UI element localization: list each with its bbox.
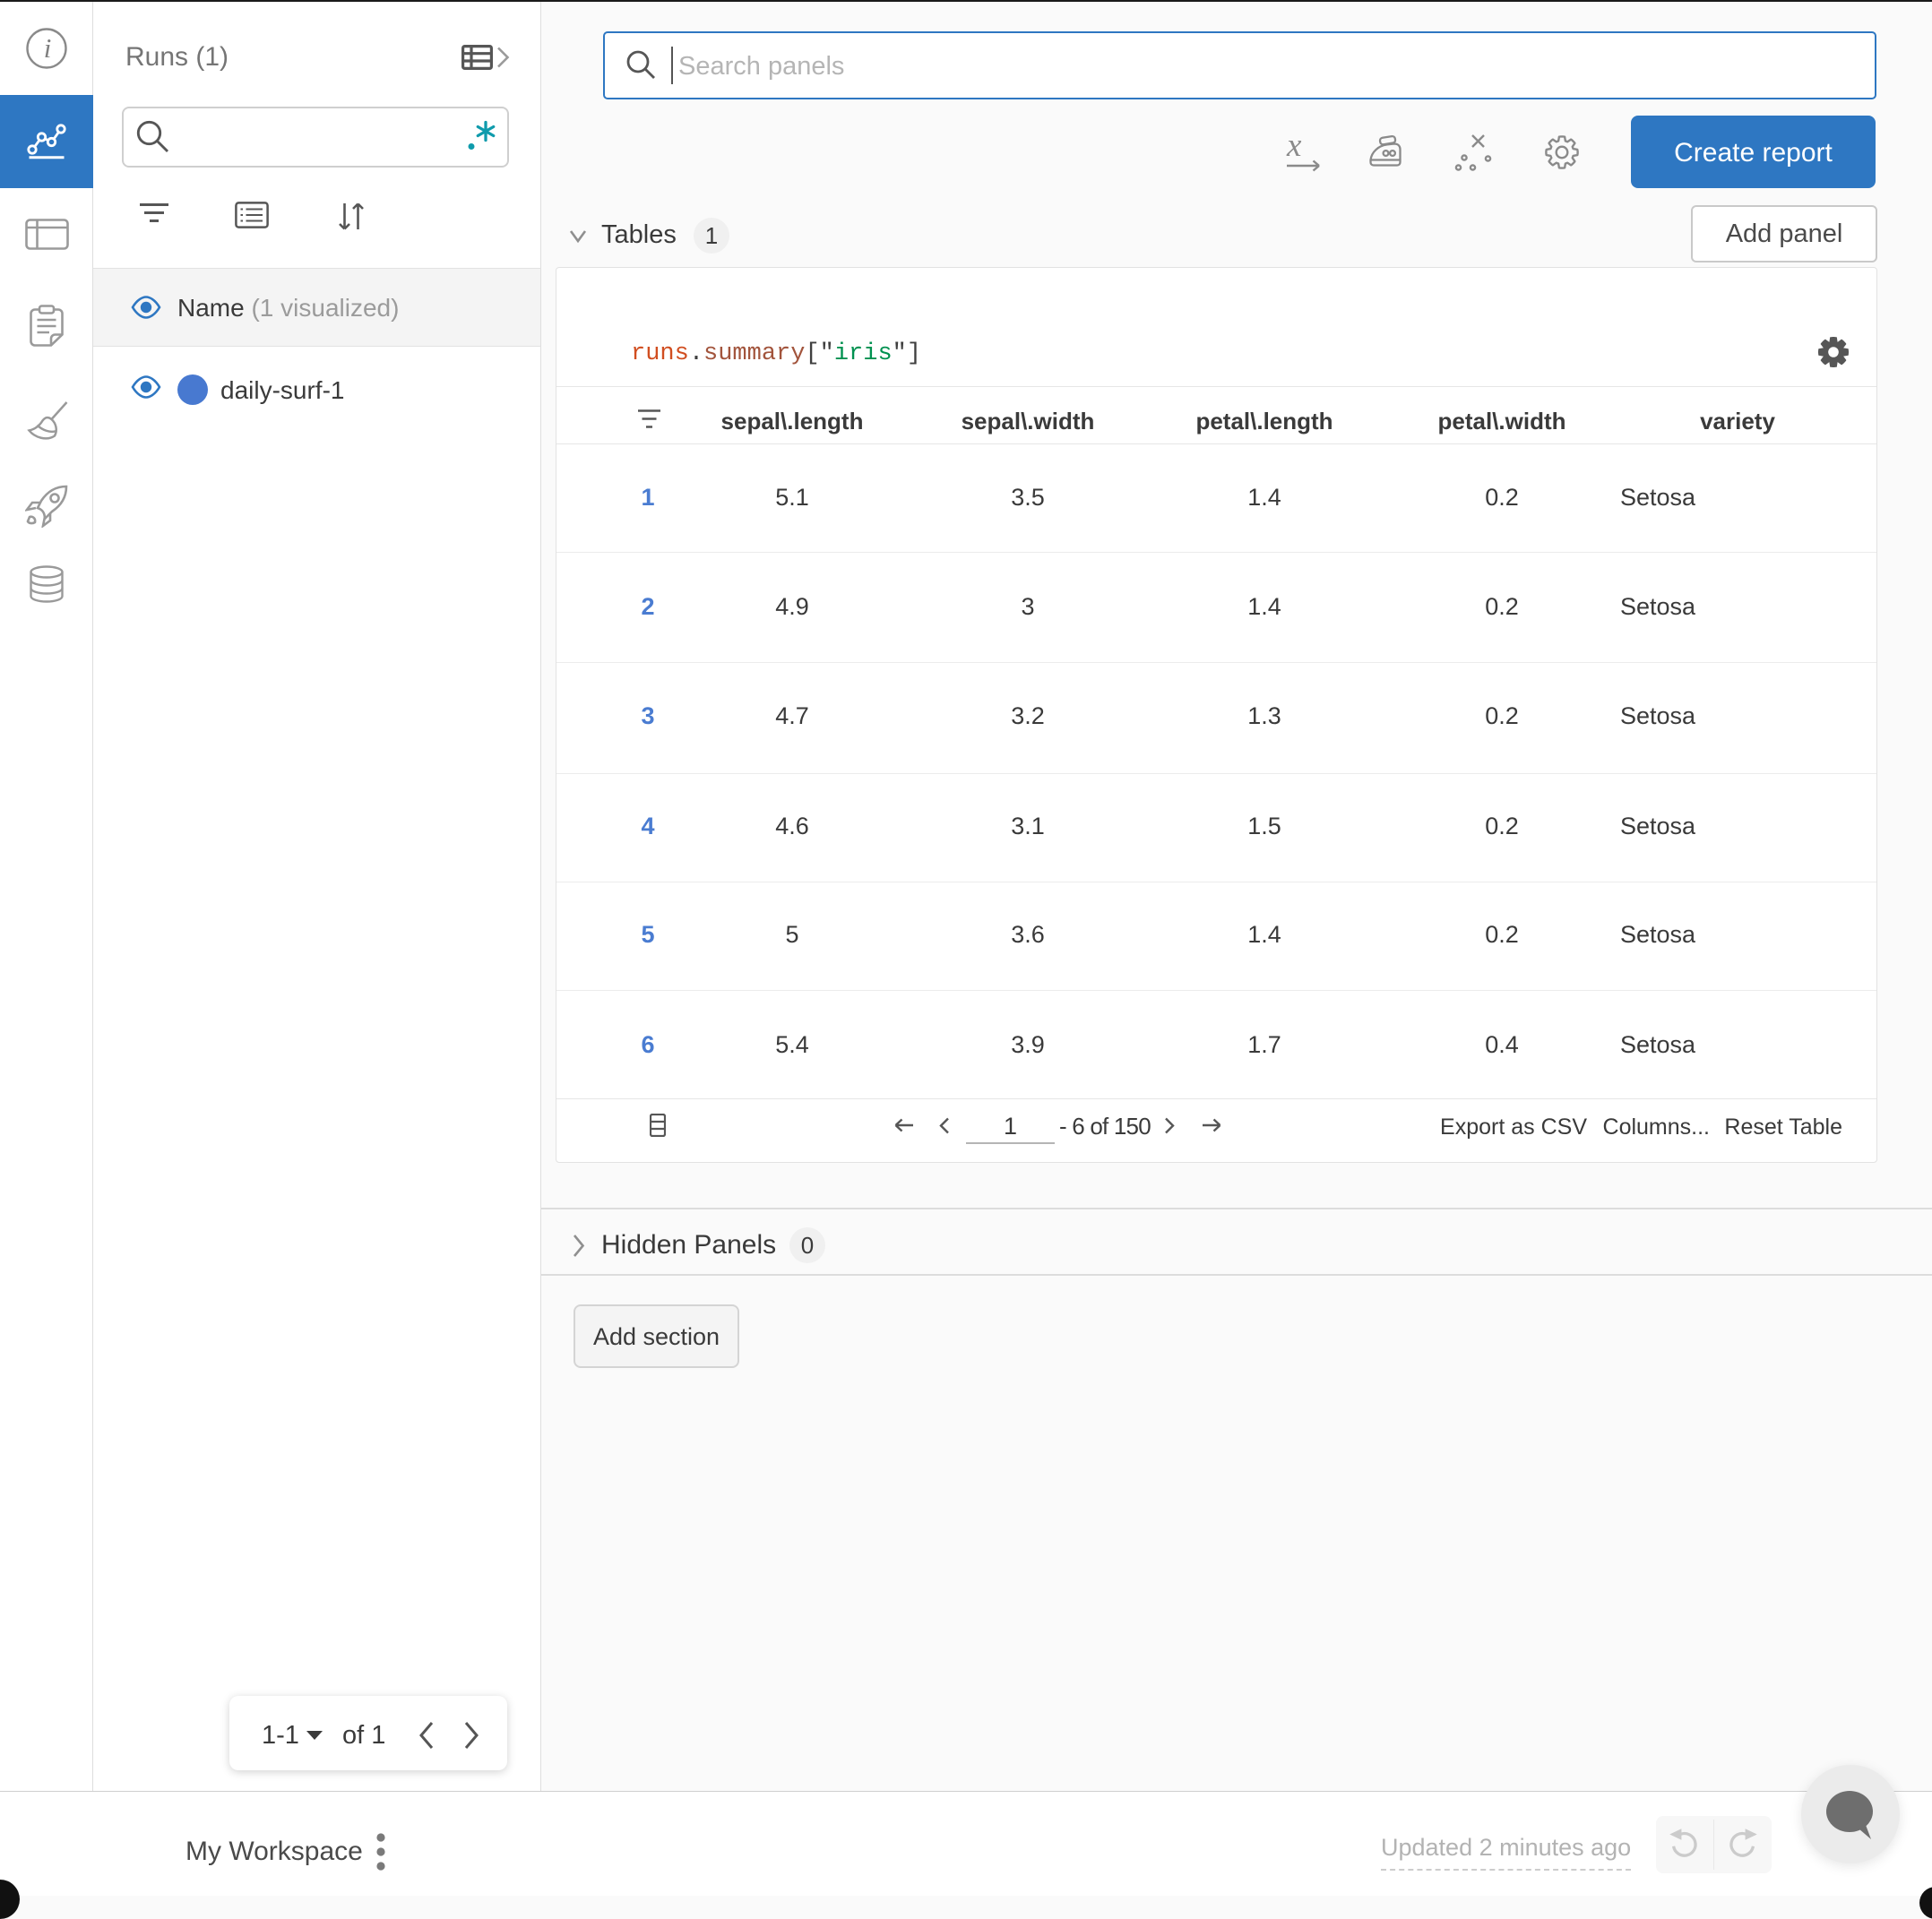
svg-text:i: i: [44, 32, 52, 64]
svg-text:x: x: [1286, 131, 1302, 164]
